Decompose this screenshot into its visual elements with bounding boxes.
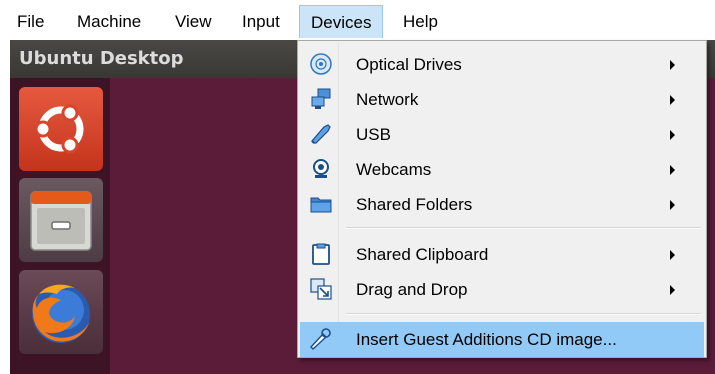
menu-item-insert-guest-additions[interactable]: Insert Guest Additions CD image... [300, 322, 704, 357]
menu-devices[interactable]: Devices [299, 5, 384, 38]
files-drawer-icon [30, 191, 92, 251]
submenu-arrow-icon [670, 130, 675, 140]
menu-file[interactable]: File [17, 11, 44, 33]
menu-item-webcams[interactable]: Webcams [300, 152, 704, 187]
launcher-files[interactable] [19, 178, 103, 262]
clipboard-icon [312, 243, 330, 265]
submenu-arrow-icon [670, 200, 675, 210]
launcher-firefox[interactable] [19, 270, 103, 354]
launcher-dash[interactable] [19, 87, 103, 171]
menu-separator [346, 313, 701, 315]
submenu-arrow-icon [670, 165, 675, 175]
menu-item-label: Optical Drives [356, 55, 462, 74]
menu-machine[interactable]: Machine [77, 11, 141, 33]
unity-launcher [10, 78, 110, 374]
menu-item-label: USB [356, 125, 391, 144]
menu-separator [346, 227, 701, 229]
devices-dropdown-menu: Optical Drives Network USB Webcams Share… [297, 40, 707, 358]
webcam-icon [313, 159, 329, 178]
menu-item-optical-drives[interactable]: Optical Drives [300, 47, 704, 82]
menu-item-drag-and-drop[interactable]: Drag and Drop [300, 272, 704, 307]
menu-item-shared-folders[interactable]: Shared Folders [300, 187, 704, 222]
menu-item-label: Shared Folders [356, 195, 473, 214]
menu-item-label: Drag and Drop [356, 280, 468, 299]
menu-bar: File Machine View Input Devices Help [0, 0, 715, 40]
network-icon [311, 88, 331, 109]
menu-item-label: Network [356, 90, 419, 109]
submenu-arrow-icon [670, 60, 675, 70]
vm-window-title: Ubuntu Desktop [19, 48, 184, 69]
cd-insert-icon [310, 328, 331, 350]
folder-icon [310, 197, 332, 213]
drag-drop-icon [310, 278, 332, 300]
menu-view[interactable]: View [175, 11, 212, 33]
menu-item-label: Insert Guest Additions CD image... [356, 330, 617, 349]
firefox-icon [32, 284, 90, 343]
submenu-arrow-icon [670, 285, 675, 295]
usb-icon [311, 124, 331, 144]
ubuntu-logo-icon [34, 104, 84, 154]
menu-item-label: Shared Clipboard [356, 245, 489, 264]
menu-item-label: Webcams [356, 160, 432, 179]
submenu-arrow-icon [670, 250, 675, 260]
menu-item-usb[interactable]: USB [300, 117, 704, 152]
menu-item-network[interactable]: Network [300, 82, 704, 117]
submenu-arrow-icon [670, 95, 675, 105]
optical-disc-icon [310, 53, 332, 75]
menu-item-shared-clipboard[interactable]: Shared Clipboard [300, 237, 704, 272]
menu-help[interactable]: Help [403, 11, 438, 33]
menu-input[interactable]: Input [242, 11, 280, 33]
